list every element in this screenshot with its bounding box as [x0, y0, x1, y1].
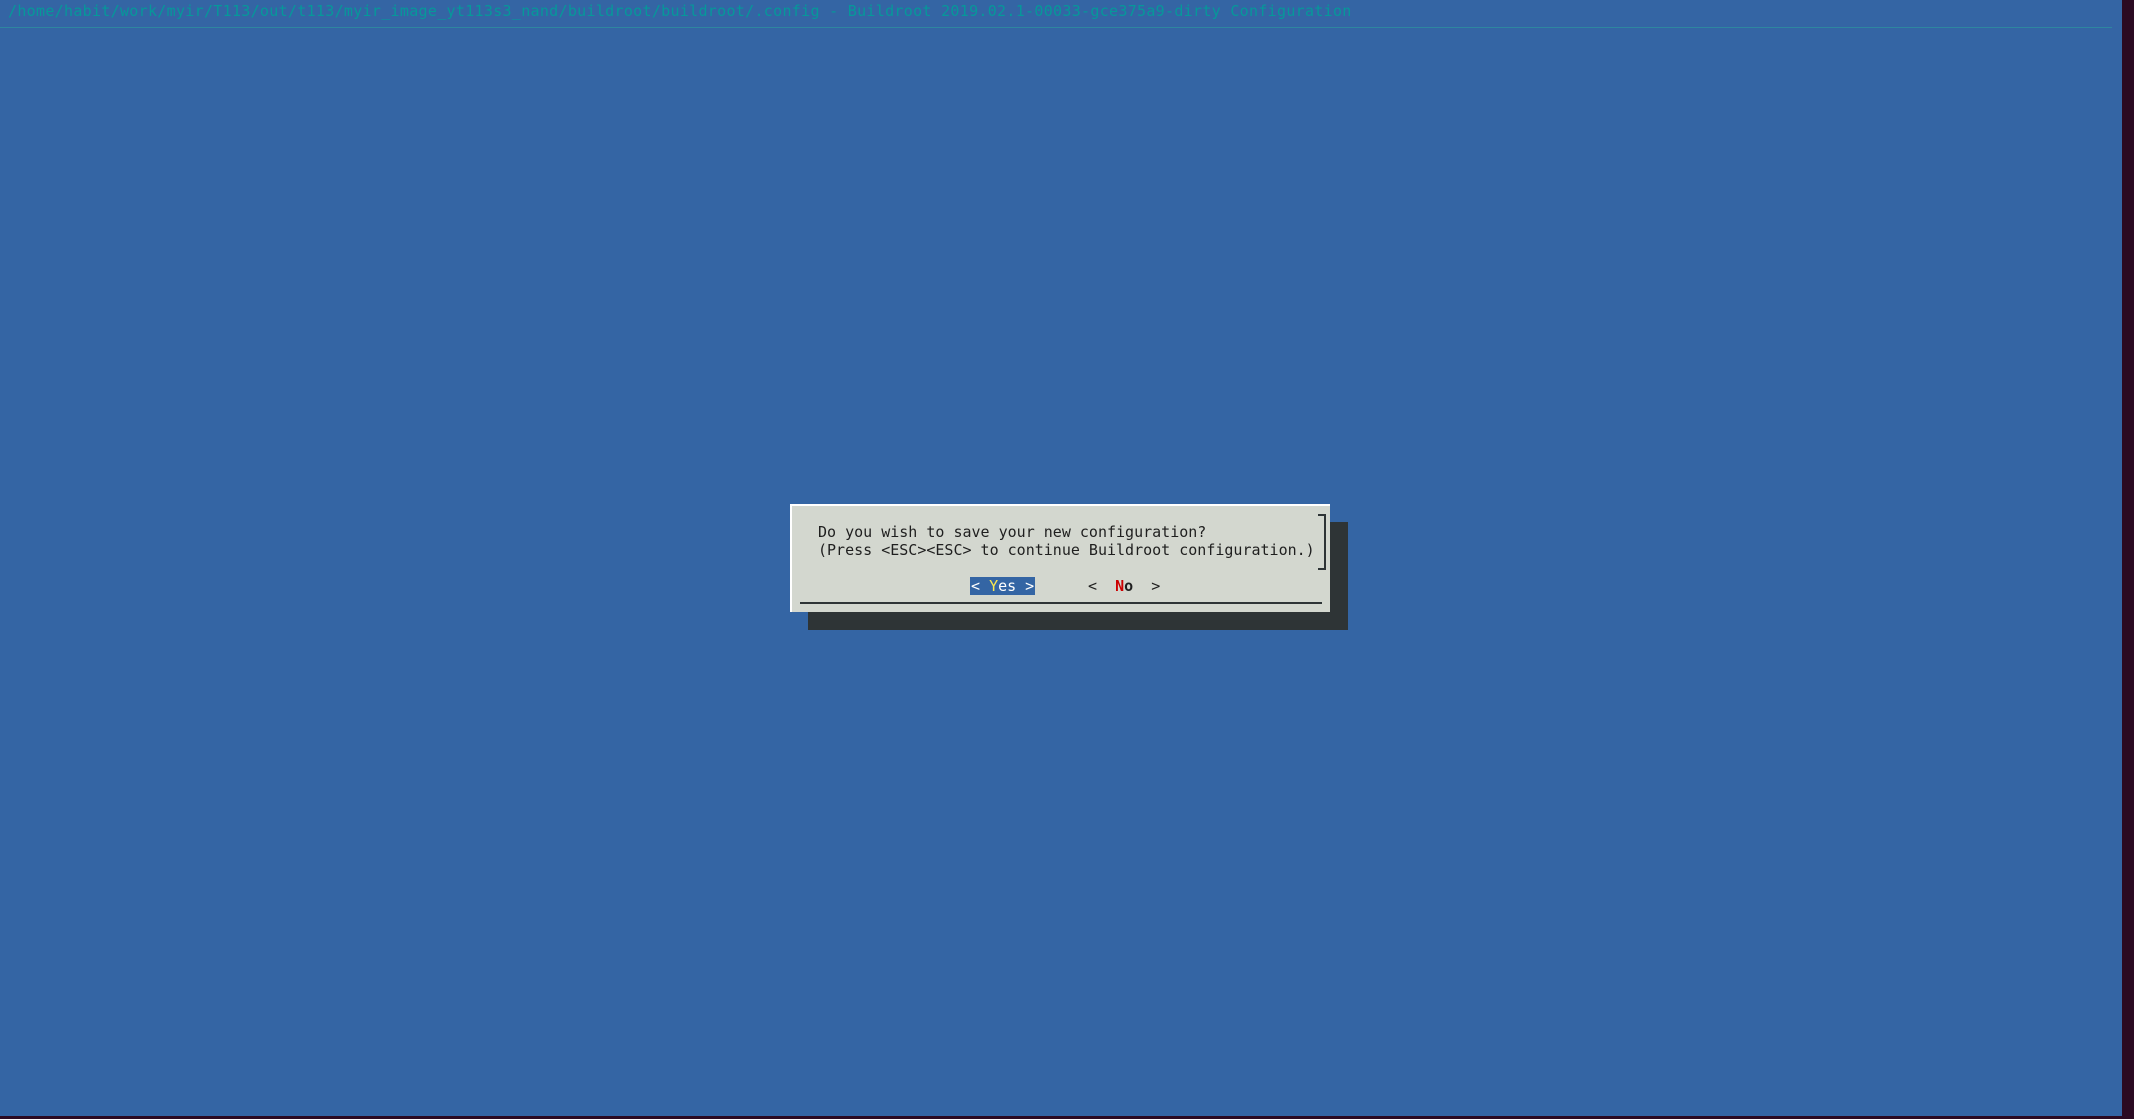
dialog-border-tick-bottom	[1318, 568, 1326, 570]
no-open-bracket: <	[1088, 577, 1116, 595]
no-label-rest: o	[1124, 577, 1134, 595]
dialog-message: Do you wish to save your new configurati…	[818, 523, 1315, 559]
save-config-dialog: Do you wish to save your new configurati…	[790, 504, 1330, 612]
window-title: /home/habit/work/myir/T113/out/t113/myir…	[8, 2, 1352, 20]
no-button[interactable]: < No >	[1088, 577, 1160, 595]
yes-close-bracket: >	[1016, 577, 1035, 595]
title-divider	[0, 27, 2112, 28]
dialog-message-line2: (Press <ESC><ESC> to continue Buildroot …	[818, 541, 1315, 559]
window-edge	[2122, 0, 2134, 1119]
terminal-screen: /home/habit/work/myir/T113/out/t113/myir…	[0, 0, 2122, 1116]
yes-label-rest: es	[998, 577, 1017, 595]
dialog-message-line1: Do you wish to save your new configurati…	[818, 523, 1207, 541]
no-hotkey: N	[1115, 577, 1125, 595]
yes-hotkey: Y	[989, 577, 999, 595]
no-close-bracket: >	[1133, 577, 1161, 595]
dialog-border-right	[1324, 514, 1326, 570]
dialog-border-tick-top	[1318, 514, 1326, 516]
dialog-border-bottom	[800, 602, 1322, 604]
yes-button[interactable]: < Yes >	[970, 577, 1036, 595]
yes-open-bracket: <	[971, 577, 990, 595]
